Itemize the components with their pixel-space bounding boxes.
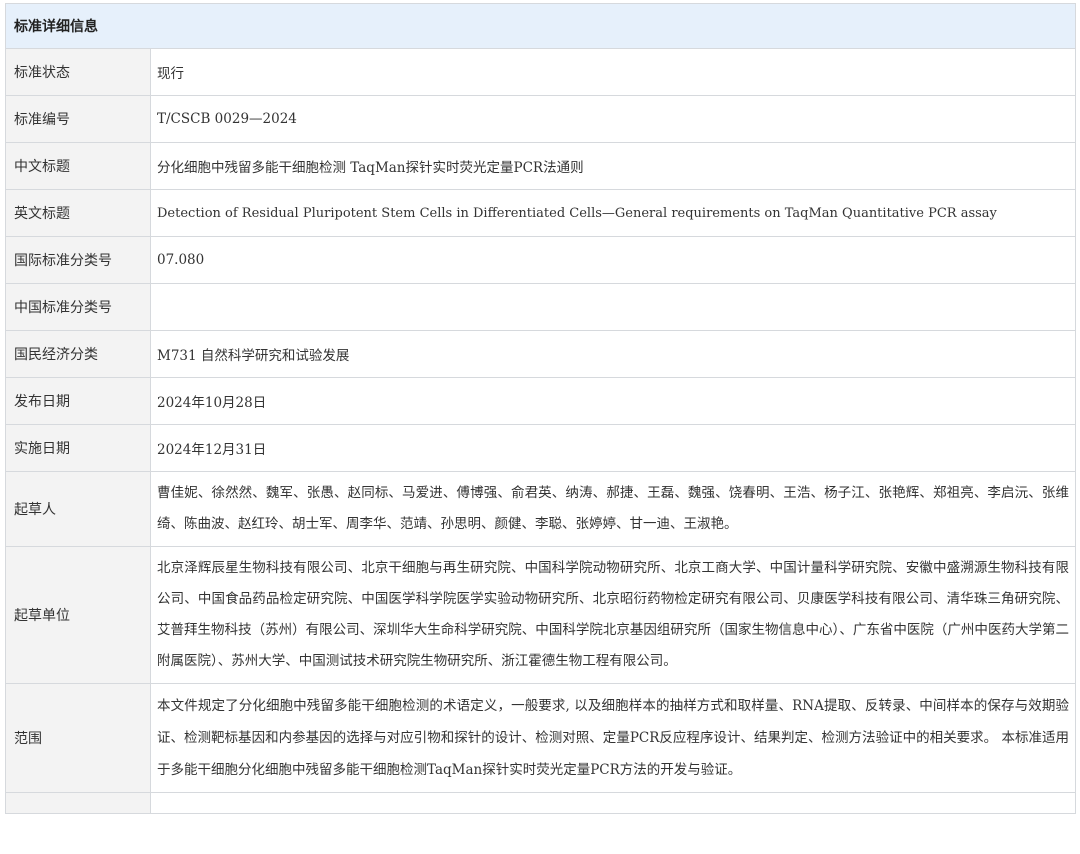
table-row-cutoff-label — [5, 792, 151, 814]
code-value: T/CSCB 0029—2024 — [150, 95, 1076, 143]
cn-title-value: 分化细胞中残留多能干细胞检测 TaqMan探针实时荧光定量PCR法通则 — [150, 142, 1076, 190]
drafters-label: 起草人 — [5, 471, 151, 547]
table-row: 英文标题 Detection of Residual Pluripotent S… — [5, 189, 1076, 237]
ics-label: 国际标准分类号 — [5, 236, 151, 284]
status-value: 现行 — [150, 48, 1076, 96]
en-title-value: Detection of Residual Pluripotent Stem C… — [150, 189, 1076, 237]
drafters-value: 曹佳妮、徐然然、魏军、张愚、赵同标、马爱进、傅博强、俞君英、纳涛、郝捷、王磊、魏… — [150, 471, 1076, 547]
standard-detail-panel: 标准详细信息 标准状态 现行 标准编号 T/CSCB 0029—2024 中文标… — [5, 3, 1076, 814]
ics-value: 07.080 — [150, 236, 1076, 284]
standard-detail-table: 标准详细信息 标准状态 现行 标准编号 T/CSCB 0029—2024 中文标… — [5, 3, 1076, 814]
ccs-value — [150, 283, 1076, 331]
table-row: 实施日期 2024年12月31日 — [5, 424, 1076, 472]
table-row: 国民经济分类 M731 自然科学研究和试验发展 — [5, 330, 1076, 378]
economy-label: 国民经济分类 — [5, 330, 151, 378]
implement-date-value: 2024年12月31日 — [150, 424, 1076, 472]
table-row: 标准编号 T/CSCB 0029—2024 — [5, 95, 1076, 143]
table-row: 起草单位 北京泽辉辰星生物科技有限公司、北京干细胞与再生研究院、中国科学院动物研… — [5, 546, 1076, 684]
table-row: 范围 本文件规定了分化细胞中残留多能干细胞检测的术语定义，一般要求, 以及细胞样… — [5, 683, 1076, 793]
table-row: 起草人 曹佳妮、徐然然、魏军、张愚、赵同标、马爱进、傅博强、俞君英、纳涛、郝捷、… — [5, 471, 1076, 547]
code-label: 标准编号 — [5, 95, 151, 143]
section-title: 标准详细信息 — [5, 3, 1076, 49]
publish-date-label: 发布日期 — [5, 377, 151, 425]
table-row: 中文标题 分化细胞中残留多能干细胞检测 TaqMan探针实时荧光定量PCR法通则 — [5, 142, 1076, 190]
ccs-label: 中国标准分类号 — [5, 283, 151, 331]
table-row-cutoff-value — [150, 792, 1076, 814]
table-row: 中国标准分类号 — [5, 283, 1076, 331]
drafting-units-value: 北京泽辉辰星生物科技有限公司、北京干细胞与再生研究院、中国科学院动物研究所、北京… — [150, 546, 1076, 684]
scope-label: 范围 — [5, 683, 151, 793]
table-header-row: 标准详细信息 — [5, 3, 1076, 49]
table-row: 标准状态 现行 — [5, 48, 1076, 96]
implement-date-label: 实施日期 — [5, 424, 151, 472]
en-title-label: 英文标题 — [5, 189, 151, 237]
table-row: 发布日期 2024年10月28日 — [5, 377, 1076, 425]
scope-value: 本文件规定了分化细胞中残留多能干细胞检测的术语定义，一般要求, 以及细胞样本的抽… — [150, 683, 1076, 793]
publish-date-value: 2024年10月28日 — [150, 377, 1076, 425]
table-row: 国际标准分类号 07.080 — [5, 236, 1076, 284]
economy-value: M731 自然科学研究和试验发展 — [150, 330, 1076, 378]
table-row — [5, 792, 1076, 814]
status-label: 标准状态 — [5, 48, 151, 96]
drafting-units-label: 起草单位 — [5, 546, 151, 684]
cn-title-label: 中文标题 — [5, 142, 151, 190]
